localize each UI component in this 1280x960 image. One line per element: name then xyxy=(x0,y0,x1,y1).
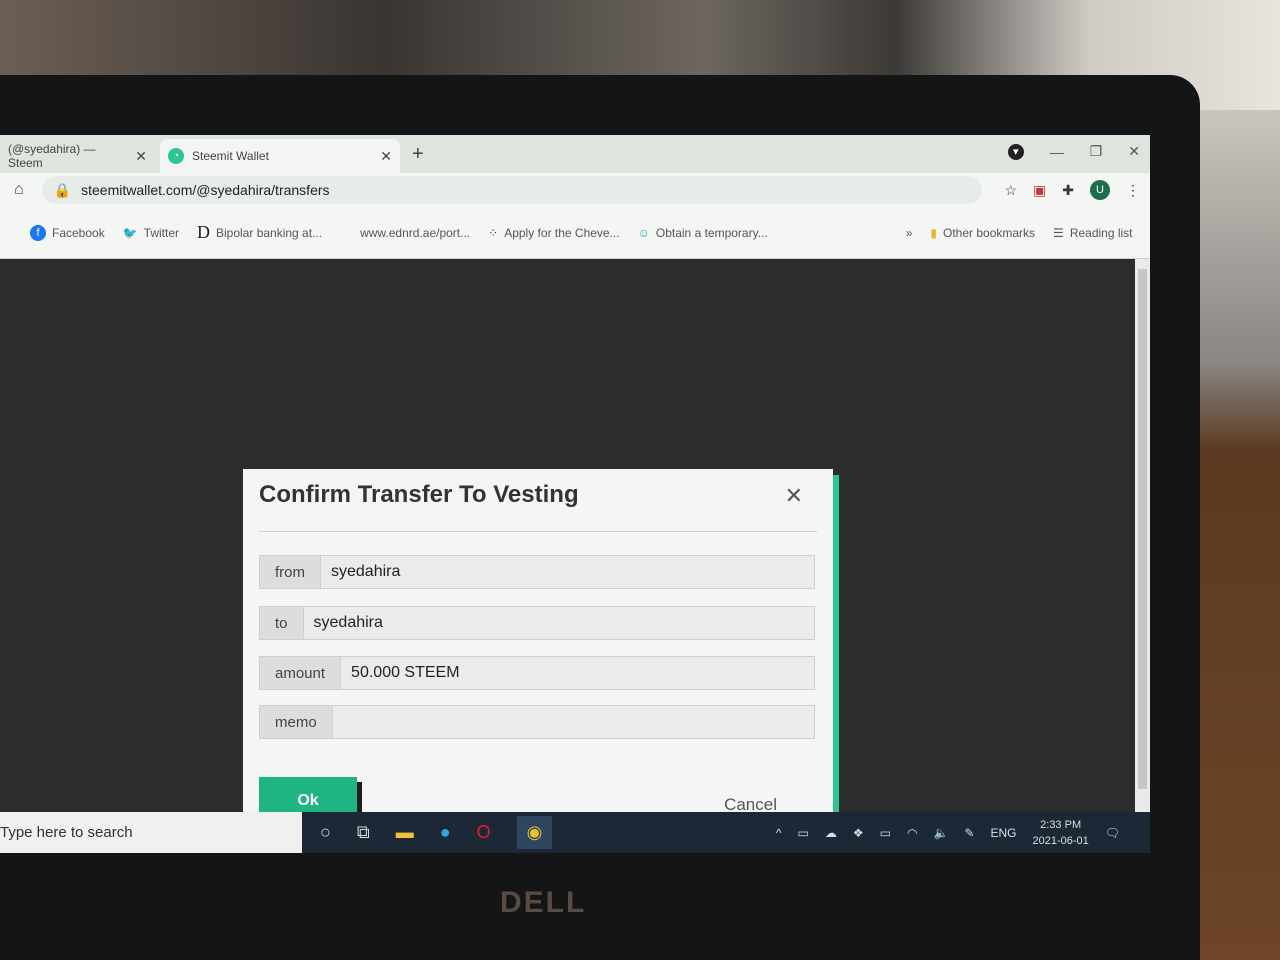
tab-steem-profile[interactable]: (@syedahira) — Steem ✕ xyxy=(0,139,155,173)
folder-icon: ▮ xyxy=(930,225,937,240)
facebook-icon: f xyxy=(30,224,46,241)
opera-icon[interactable]: O xyxy=(477,822,491,843)
close-tab-icon[interactable]: ✕ xyxy=(380,148,392,165)
twitter-icon: 🐦 xyxy=(122,225,138,240)
clock-date: 2021-06-01 xyxy=(1032,834,1089,847)
bookmarks-bar: f Facebook 🐦 Twitter D Bipolar banking at..… xyxy=(0,207,1150,259)
bookmark-twitter[interactable]: 🐦 Twitter xyxy=(123,226,179,240)
minimize-icon[interactable]: — xyxy=(1050,144,1064,160)
close-window-icon[interactable]: ✕ xyxy=(1128,143,1140,160)
star-icon[interactable]: ☆ xyxy=(1004,182,1017,199)
steemit-logo-icon: ◔ xyxy=(168,148,184,164)
edge-icon[interactable]: ● xyxy=(440,822,451,843)
language-indicator[interactable]: ENG xyxy=(990,826,1016,840)
new-tab-button[interactable]: + xyxy=(412,143,424,166)
bookmark-obtain[interactable]: ☺ Obtain a temporary... xyxy=(638,226,768,240)
profile-dropdown-icon[interactable]: ▾ xyxy=(1007,143,1024,160)
to-field: to syedahira xyxy=(259,606,815,640)
clock[interactable]: 2:33 PM 2021-06-01 xyxy=(1032,817,1088,849)
file-explorer-icon[interactable]: ▬ xyxy=(396,822,414,843)
field-label: from xyxy=(260,556,321,588)
bookmark-chevening[interactable]: ⁘ Apply for the Cheve... xyxy=(488,226,619,240)
dell-logo: DELL xyxy=(500,886,587,919)
reading-list[interactable]: ☰ Reading list xyxy=(1053,226,1132,240)
notifications-icon[interactable]: 🗨 xyxy=(1105,826,1120,840)
pen-icon[interactable]: ✎ xyxy=(964,826,974,840)
address-bar-row: ⌂ 🔒 steemitwallet.com/@syedahira/transfe… xyxy=(0,173,1150,207)
bookmark-facebook[interactable]: f Facebook xyxy=(30,224,105,241)
field-label: memo xyxy=(260,706,333,738)
lock-icon: 🔒 xyxy=(53,181,72,198)
divider xyxy=(259,531,817,532)
close-tab-icon[interactable]: ✕ xyxy=(135,148,147,165)
dialog-title: Confirm Transfer To Vesting xyxy=(259,481,579,508)
taskbar-search-input[interactable]: Type here to search xyxy=(0,812,302,853)
dots-icon: ⁘ xyxy=(488,225,499,240)
bookmark-label: Obtain a temporary... xyxy=(655,225,768,240)
dropbox-icon[interactable]: ❖ xyxy=(853,826,864,840)
smile-icon: ☺ xyxy=(637,225,650,240)
bookmark-label: Apply for the Cheve... xyxy=(504,225,620,240)
restore-icon[interactable]: ❐ xyxy=(1090,143,1103,160)
confirm-transfer-dialog: Confirm Transfer To Vesting ✕ from syeda… xyxy=(243,469,833,853)
page-overlay: Confirm Transfer To Vesting ✕ from syeda… xyxy=(0,259,1135,853)
bookmark-label: www.ednrd.ae/port... xyxy=(360,225,471,240)
onedrive-icon[interactable]: ☁ xyxy=(825,826,837,840)
url-input[interactable]: 🔒 steemitwallet.com/@syedahira/transfers xyxy=(41,176,982,204)
chrome-icon[interactable]: ◉ xyxy=(516,816,553,849)
from-field: from syedahira xyxy=(259,555,815,589)
to-input[interactable]: syedahira xyxy=(304,607,814,639)
cortana-icon[interactable]: ○ xyxy=(320,822,331,843)
d-icon: D xyxy=(197,222,210,242)
scrollbar-thumb[interactable] xyxy=(1138,269,1147,789)
tab-label: (@syedahira) — Steem xyxy=(8,142,96,170)
field-label: to xyxy=(260,607,304,639)
scrollbar[interactable] xyxy=(1135,259,1150,812)
bookmark-label: Twitter xyxy=(143,225,179,240)
tab-bar: (@syedahira) — Steem ✕ ◔ Steemit Wallet … xyxy=(0,135,1150,173)
url-text: steemitwallet.com/@syedahira/transfers xyxy=(81,182,330,198)
menu-icon[interactable]: ⋮ xyxy=(1126,182,1140,199)
bookmark-label: Bipolar banking at... xyxy=(216,225,323,240)
clock-time: 2:33 PM xyxy=(1040,818,1082,831)
pocket-extension-icon[interactable]: ▣ xyxy=(1033,182,1046,199)
reading-list-icon: ☰ xyxy=(1053,225,1064,240)
tab-label: Steemit Wallet xyxy=(192,149,269,163)
home-icon[interactable]: ⌂ xyxy=(14,181,24,199)
taskbar: Type here to search ○ ⧉ ▬ ● O ◉ ^ ▭ ☁ ❖ … xyxy=(0,812,1150,853)
bookmark-label: Other bookmarks xyxy=(943,225,1036,240)
field-label: amount xyxy=(260,657,342,689)
bookmark-label: Reading list xyxy=(1069,225,1133,240)
more-bookmarks-button[interactable]: » xyxy=(906,226,913,240)
show-hidden-icons[interactable]: ^ xyxy=(776,826,782,840)
memo-input[interactable] xyxy=(333,706,814,738)
memo-field: memo xyxy=(259,705,815,739)
amount-field: amount 50.000 STEEM xyxy=(259,656,815,690)
avatar[interactable]: U xyxy=(1090,180,1110,200)
bookmark-ednrd[interactable]: www.ednrd.ae/port... xyxy=(360,226,470,240)
other-bookmarks[interactable]: ▮ Other bookmarks xyxy=(930,226,1035,240)
meet-icon[interactable]: ▭ xyxy=(798,826,809,840)
from-input[interactable]: syedahira xyxy=(321,556,814,588)
tab-steemit-wallet[interactable]: ◔ Steemit Wallet ✕ xyxy=(160,139,400,173)
battery-icon[interactable]: ▭ xyxy=(880,826,891,840)
bookmark-label: Facebook xyxy=(52,225,105,240)
task-view-icon[interactable]: ⧉ xyxy=(357,822,370,843)
wifi-icon[interactable]: ◠ xyxy=(907,826,917,840)
screen: (@syedahira) — Steem ✕ ◔ Steemit Wallet … xyxy=(0,135,1150,853)
amount-input[interactable]: 50.000 STEEM xyxy=(341,657,814,689)
extensions-icon[interactable]: ✚ xyxy=(1062,182,1074,199)
bookmark-bipolar[interactable]: D Bipolar banking at... xyxy=(197,222,322,243)
close-icon[interactable]: ✕ xyxy=(785,483,803,509)
volume-icon[interactable]: 🔈 xyxy=(933,826,948,840)
